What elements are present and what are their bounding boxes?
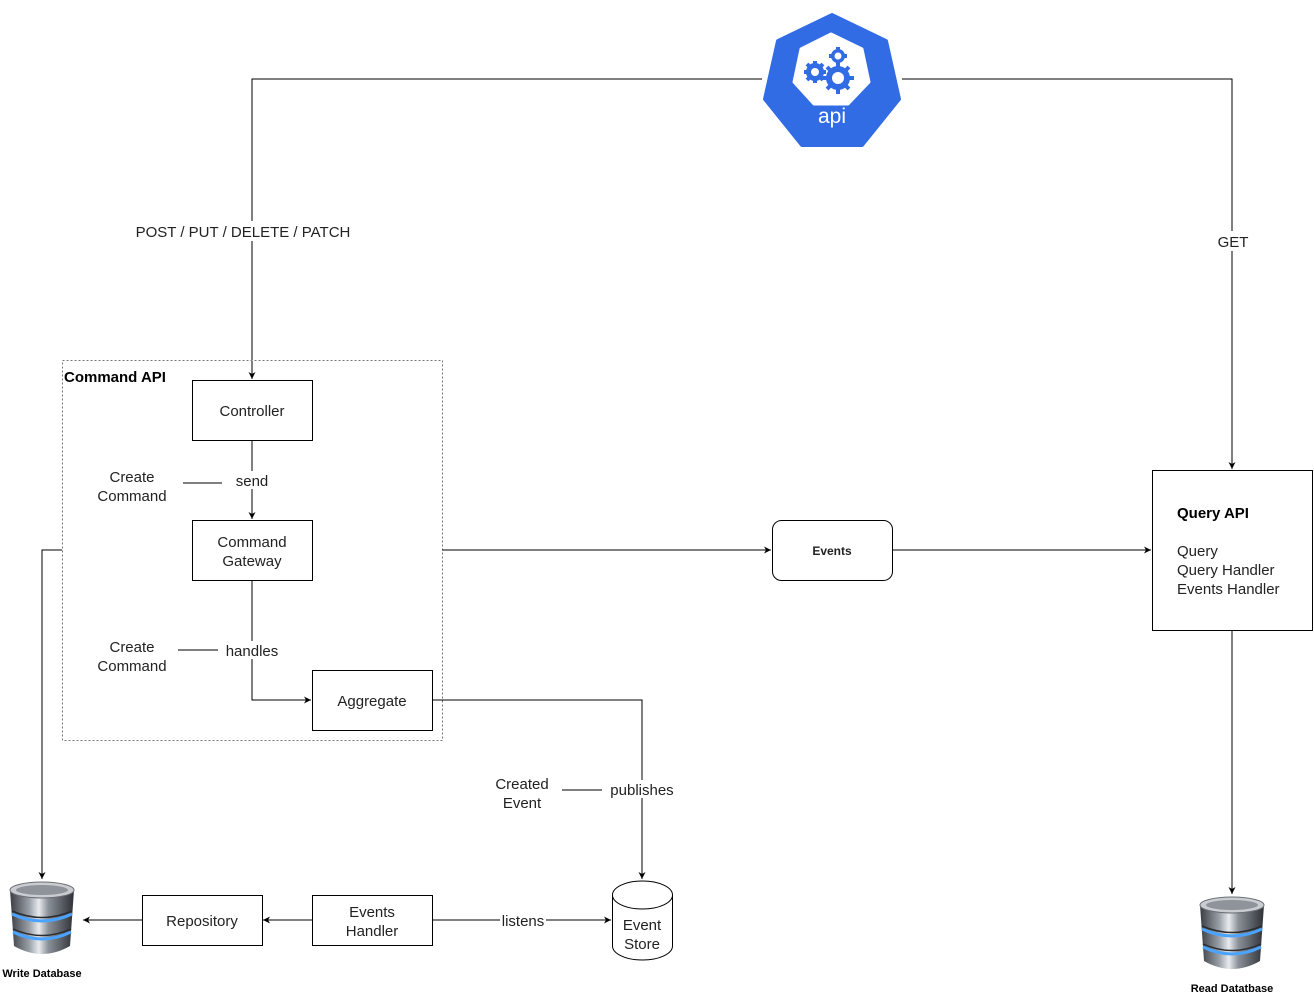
controller-label: Controller bbox=[219, 403, 284, 420]
database-icon bbox=[8, 880, 76, 956]
event-store-node[interactable]: Event Store bbox=[612, 880, 673, 961]
aggregate-label: Aggregate bbox=[337, 693, 406, 710]
note-create-command-2: Create Command bbox=[97, 639, 166, 675]
edge-label-listens: listens bbox=[502, 913, 545, 930]
query-api-node[interactable]: Query API Query Query Handler Events Handl… bbox=[1152, 470, 1313, 631]
api-label: api bbox=[818, 105, 846, 128]
edge-api-to-query-api bbox=[902, 78, 1236, 469]
write-database-node[interactable]: Write Database bbox=[2, 880, 82, 980]
write-database-label: Write Database bbox=[2, 968, 81, 980]
edge-label-handles: handles bbox=[226, 643, 279, 660]
note-created-event: Created Event bbox=[495, 776, 548, 812]
controller-node[interactable]: Controller bbox=[192, 380, 313, 441]
read-database-label: Read Datatbase bbox=[1191, 983, 1274, 995]
database-icon bbox=[1198, 895, 1266, 971]
aggregate-node[interactable]: Aggregate bbox=[312, 670, 433, 731]
query-api-title: Query API bbox=[1177, 505, 1249, 522]
edge-label-send: send bbox=[236, 473, 269, 490]
edge-label-get: GET bbox=[1218, 234, 1249, 251]
command-api-title: Command API bbox=[64, 369, 166, 386]
repository-node[interactable]: Repository bbox=[142, 895, 263, 946]
repository-label: Repository bbox=[166, 913, 238, 930]
edge-command-to-write-db bbox=[38, 549, 62, 879]
read-database-node[interactable]: Read Datatbase bbox=[1191, 895, 1274, 995]
edge-label-write-methods: POST / PUT / DELETE / PATCH bbox=[136, 224, 351, 241]
command-gateway-node[interactable]: Command Gateway bbox=[192, 520, 313, 581]
architecture-diagram: POST / PUT / DELETE / PATCH GET api Comm… bbox=[2, 13, 1313, 995]
note-create-command-1: Create Command bbox=[97, 469, 166, 505]
api-icon[interactable]: api bbox=[763, 13, 901, 147]
events-handler-node[interactable]: Events Handler bbox=[312, 895, 433, 946]
events-node[interactable]: Events bbox=[772, 520, 893, 581]
edge-label-publishes: publishes bbox=[610, 782, 673, 799]
events-label: Events bbox=[812, 544, 852, 558]
edge-handles bbox=[251, 580, 311, 704]
